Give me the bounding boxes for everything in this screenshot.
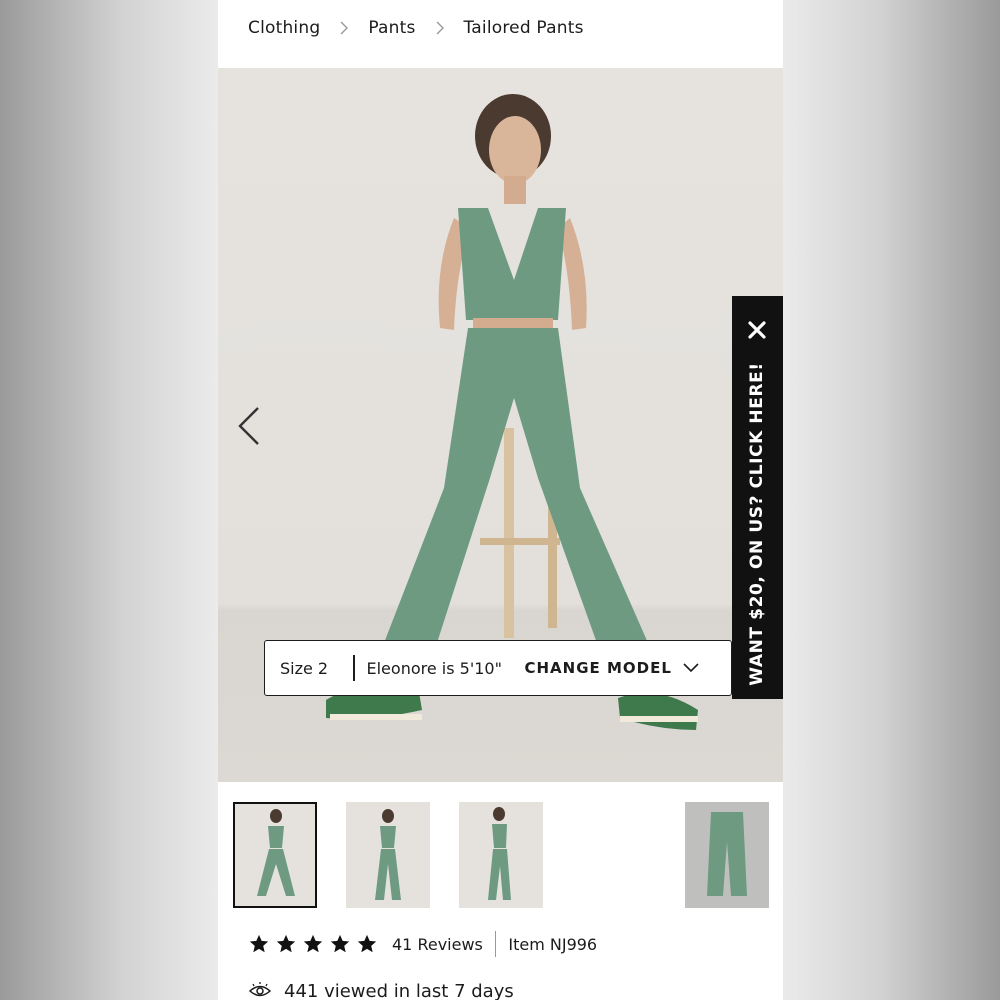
product-page: Clothing Pants Tailored Pants Size 2 Ele… xyxy=(218,0,783,1000)
star-icon xyxy=(249,934,269,953)
thumbnail-flat-lay[interactable] xyxy=(685,802,769,908)
thumbnail-image xyxy=(488,807,511,900)
views-row: 441 viewed in last 7 days xyxy=(248,976,514,1000)
reviews-row: 41 Reviews Item NJ996 xyxy=(248,928,597,960)
chevron-right-icon xyxy=(436,21,444,35)
rating-stars[interactable] xyxy=(248,933,378,955)
star-icon xyxy=(357,934,377,953)
star-icon xyxy=(303,934,323,953)
promo-tab[interactable]: WANT $20, ON US? CLICK HERE! xyxy=(732,296,783,699)
breadcrumb-pants[interactable]: Pants xyxy=(368,18,415,38)
star-icon xyxy=(276,934,296,953)
thumbnail-image xyxy=(707,812,747,896)
item-number: Item NJ996 xyxy=(508,934,598,954)
thumbnail-image xyxy=(375,809,401,900)
change-model-button[interactable]: CHANGE MODEL xyxy=(525,659,700,677)
promo-text: WANT $20, ON US? CLICK HERE! xyxy=(747,362,767,686)
chevron-right-icon xyxy=(340,21,349,35)
thumbnail-front[interactable] xyxy=(233,802,317,908)
chevron-left-icon[interactable] xyxy=(234,404,264,448)
thumbnail-image xyxy=(257,809,295,896)
eye-icon xyxy=(248,982,272,997)
close-icon[interactable] xyxy=(745,318,769,342)
breadcrumb: Clothing Pants Tailored Pants xyxy=(248,14,584,42)
model-description: Eleonore is 5'10" xyxy=(366,658,502,678)
change-model-label: CHANGE MODEL xyxy=(524,659,672,677)
star-icon xyxy=(330,934,350,953)
model-size: Size 2 xyxy=(280,658,329,678)
thumbnail-strip xyxy=(218,802,783,910)
breadcrumb-clothing[interactable]: Clothing xyxy=(248,18,320,38)
thumbnail-side[interactable] xyxy=(459,802,543,908)
product-image-main[interactable]: Size 2 Eleonore is 5'10" CHANGE MODEL WA… xyxy=(218,68,783,782)
thumbnail-front-2[interactable] xyxy=(346,802,430,908)
reviews-link[interactable]: 41 Reviews xyxy=(392,935,483,954)
divider xyxy=(494,931,497,957)
breadcrumb-tailored-pants[interactable]: Tailored Pants xyxy=(464,18,584,38)
model-info-bar: Size 2 Eleonore is 5'10" CHANGE MODEL xyxy=(264,640,732,696)
chevron-down-icon xyxy=(683,663,699,673)
views-count: 441 viewed in last 7 days xyxy=(284,980,514,1000)
